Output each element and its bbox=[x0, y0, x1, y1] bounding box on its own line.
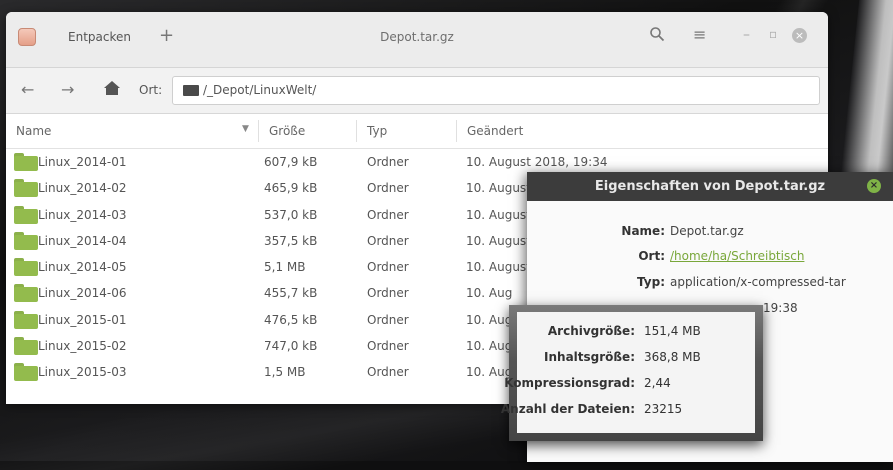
column-header-row: Name ▼ Größe Typ Geändert bbox=[6, 114, 828, 149]
home-icon[interactable] bbox=[104, 81, 120, 95]
column-header-name[interactable]: Name bbox=[16, 124, 51, 138]
file-modified: 10. August bbox=[466, 207, 531, 222]
detail-value: 151,4 MB bbox=[644, 324, 701, 338]
file-type: Ordner bbox=[367, 365, 409, 380]
column-separator[interactable] bbox=[456, 120, 457, 142]
file-size: 357,5 kB bbox=[264, 233, 318, 248]
sort-descending-icon: ▼ bbox=[242, 124, 249, 134]
hamburger-menu-icon[interactable]: ≡ bbox=[693, 25, 706, 44]
location-field[interactable]: /_Depot/LinuxWelt/ bbox=[172, 76, 820, 105]
minimize-button[interactable]: – bbox=[743, 27, 750, 43]
close-window-button[interactable]: × bbox=[792, 28, 807, 43]
file-size: 607,9 kB bbox=[264, 155, 318, 169]
detail-value: 23215 bbox=[644, 402, 683, 416]
property-key: Typ: bbox=[637, 275, 665, 289]
file-type: Ordner bbox=[367, 339, 409, 354]
dialog-close-button[interactable]: × bbox=[867, 179, 881, 193]
file-type: Ordner bbox=[367, 260, 409, 275]
file-name: Linux_2014-06 bbox=[38, 286, 127, 301]
property-value: application/x-compressed-tar bbox=[670, 275, 846, 289]
file-size: 5,1 MB bbox=[264, 260, 306, 275]
folder-icon bbox=[14, 363, 38, 382]
folder-icon bbox=[14, 179, 38, 198]
detail-value: 2,44 bbox=[644, 376, 671, 390]
file-name: Linux_2015-03 bbox=[38, 365, 127, 380]
title-bar: Entpacken + Depot.tar.gz ≡ – ▫ × bbox=[6, 12, 828, 68]
file-modified: 10. August bbox=[466, 260, 531, 275]
property-value: 19:38 bbox=[763, 301, 798, 315]
dialog-title-bar: Eigenschaften von Depot.tar.gz × bbox=[527, 172, 893, 201]
detail-key: Kompressionsgrad: bbox=[504, 376, 635, 390]
file-name: Linux_2015-01 bbox=[38, 312, 127, 327]
file-name: Linux_2014-05 bbox=[38, 260, 127, 275]
file-type: Ordner bbox=[367, 233, 409, 248]
file-modified: 10. Aug bbox=[466, 339, 513, 354]
property-key: Ort: bbox=[638, 249, 665, 263]
column-header-size[interactable]: Größe bbox=[269, 124, 305, 138]
column-header-modified[interactable]: Geändert bbox=[467, 124, 523, 138]
location-label: Ort: bbox=[139, 83, 163, 97]
location-toolbar: ← → Ort: /_Depot/LinuxWelt/ bbox=[6, 68, 828, 114]
forward-arrow-icon[interactable]: → bbox=[61, 80, 74, 99]
file-size: 476,5 kB bbox=[264, 312, 318, 327]
column-separator[interactable] bbox=[356, 120, 357, 142]
file-modified: 10. Aug bbox=[466, 286, 513, 301]
file-type: Ordner bbox=[367, 207, 409, 222]
detail-value: 368,8 MB bbox=[644, 350, 701, 364]
detail-key: Archivgröße: bbox=[547, 324, 635, 338]
archive-details-callout: Archivgröße: 151,4 MB Inhaltsgröße: 368,… bbox=[501, 305, 763, 441]
folder-icon bbox=[14, 310, 38, 329]
folder-icon bbox=[14, 337, 38, 356]
folder-icon bbox=[183, 85, 199, 96]
dialog-title: Eigenschaften von Depot.tar.gz bbox=[594, 179, 826, 194]
column-header-type[interactable]: Typ bbox=[367, 124, 387, 138]
folder-icon bbox=[14, 284, 38, 303]
folder-icon bbox=[14, 258, 38, 277]
file-name: Linux_2014-01 bbox=[38, 155, 127, 169]
back-arrow-icon[interactable]: ← bbox=[21, 80, 34, 99]
search-icon[interactable] bbox=[649, 26, 665, 42]
file-size: 1,5 MB bbox=[264, 365, 306, 380]
file-name: Linux_2015-02 bbox=[38, 339, 127, 354]
maximize-button[interactable]: ▫ bbox=[769, 27, 777, 41]
detail-key: Anzahl der Dateien: bbox=[500, 402, 635, 416]
file-type: Ordner bbox=[367, 312, 409, 327]
property-key: Name: bbox=[621, 224, 665, 238]
file-modified: 10. August bbox=[466, 181, 531, 196]
file-name: Linux_2014-02 bbox=[38, 181, 127, 196]
file-size: 747,0 kB bbox=[264, 339, 318, 354]
location-path: /_Depot/LinuxWelt/ bbox=[203, 83, 317, 97]
file-modified: 10. August 2018, 19:34 bbox=[466, 155, 608, 169]
property-value: Depot.tar.gz bbox=[670, 224, 744, 238]
folder-icon bbox=[14, 153, 38, 171]
folder-icon bbox=[14, 205, 38, 224]
file-type: Ordner bbox=[367, 181, 409, 196]
file-size: 455,7 kB bbox=[264, 286, 318, 301]
column-separator[interactable] bbox=[258, 120, 259, 142]
file-modified: 10. August bbox=[466, 233, 531, 248]
file-modified: 10. Aug bbox=[466, 312, 513, 327]
file-size: 465,9 kB bbox=[264, 181, 318, 196]
file-type: Ordner bbox=[367, 155, 409, 169]
location-link[interactable]: /home/ha/Schreibtisch bbox=[670, 249, 804, 263]
file-name: Linux_2014-03 bbox=[38, 207, 127, 222]
details-panel: Archivgröße: 151,4 MB Inhaltsgröße: 368,… bbox=[501, 312, 755, 433]
file-size: 537,0 kB bbox=[264, 207, 318, 222]
folder-icon bbox=[14, 231, 38, 250]
file-type: Ordner bbox=[367, 286, 409, 301]
file-name: Linux_2014-04 bbox=[38, 233, 127, 248]
detail-key: Inhaltsgröße: bbox=[544, 350, 635, 364]
